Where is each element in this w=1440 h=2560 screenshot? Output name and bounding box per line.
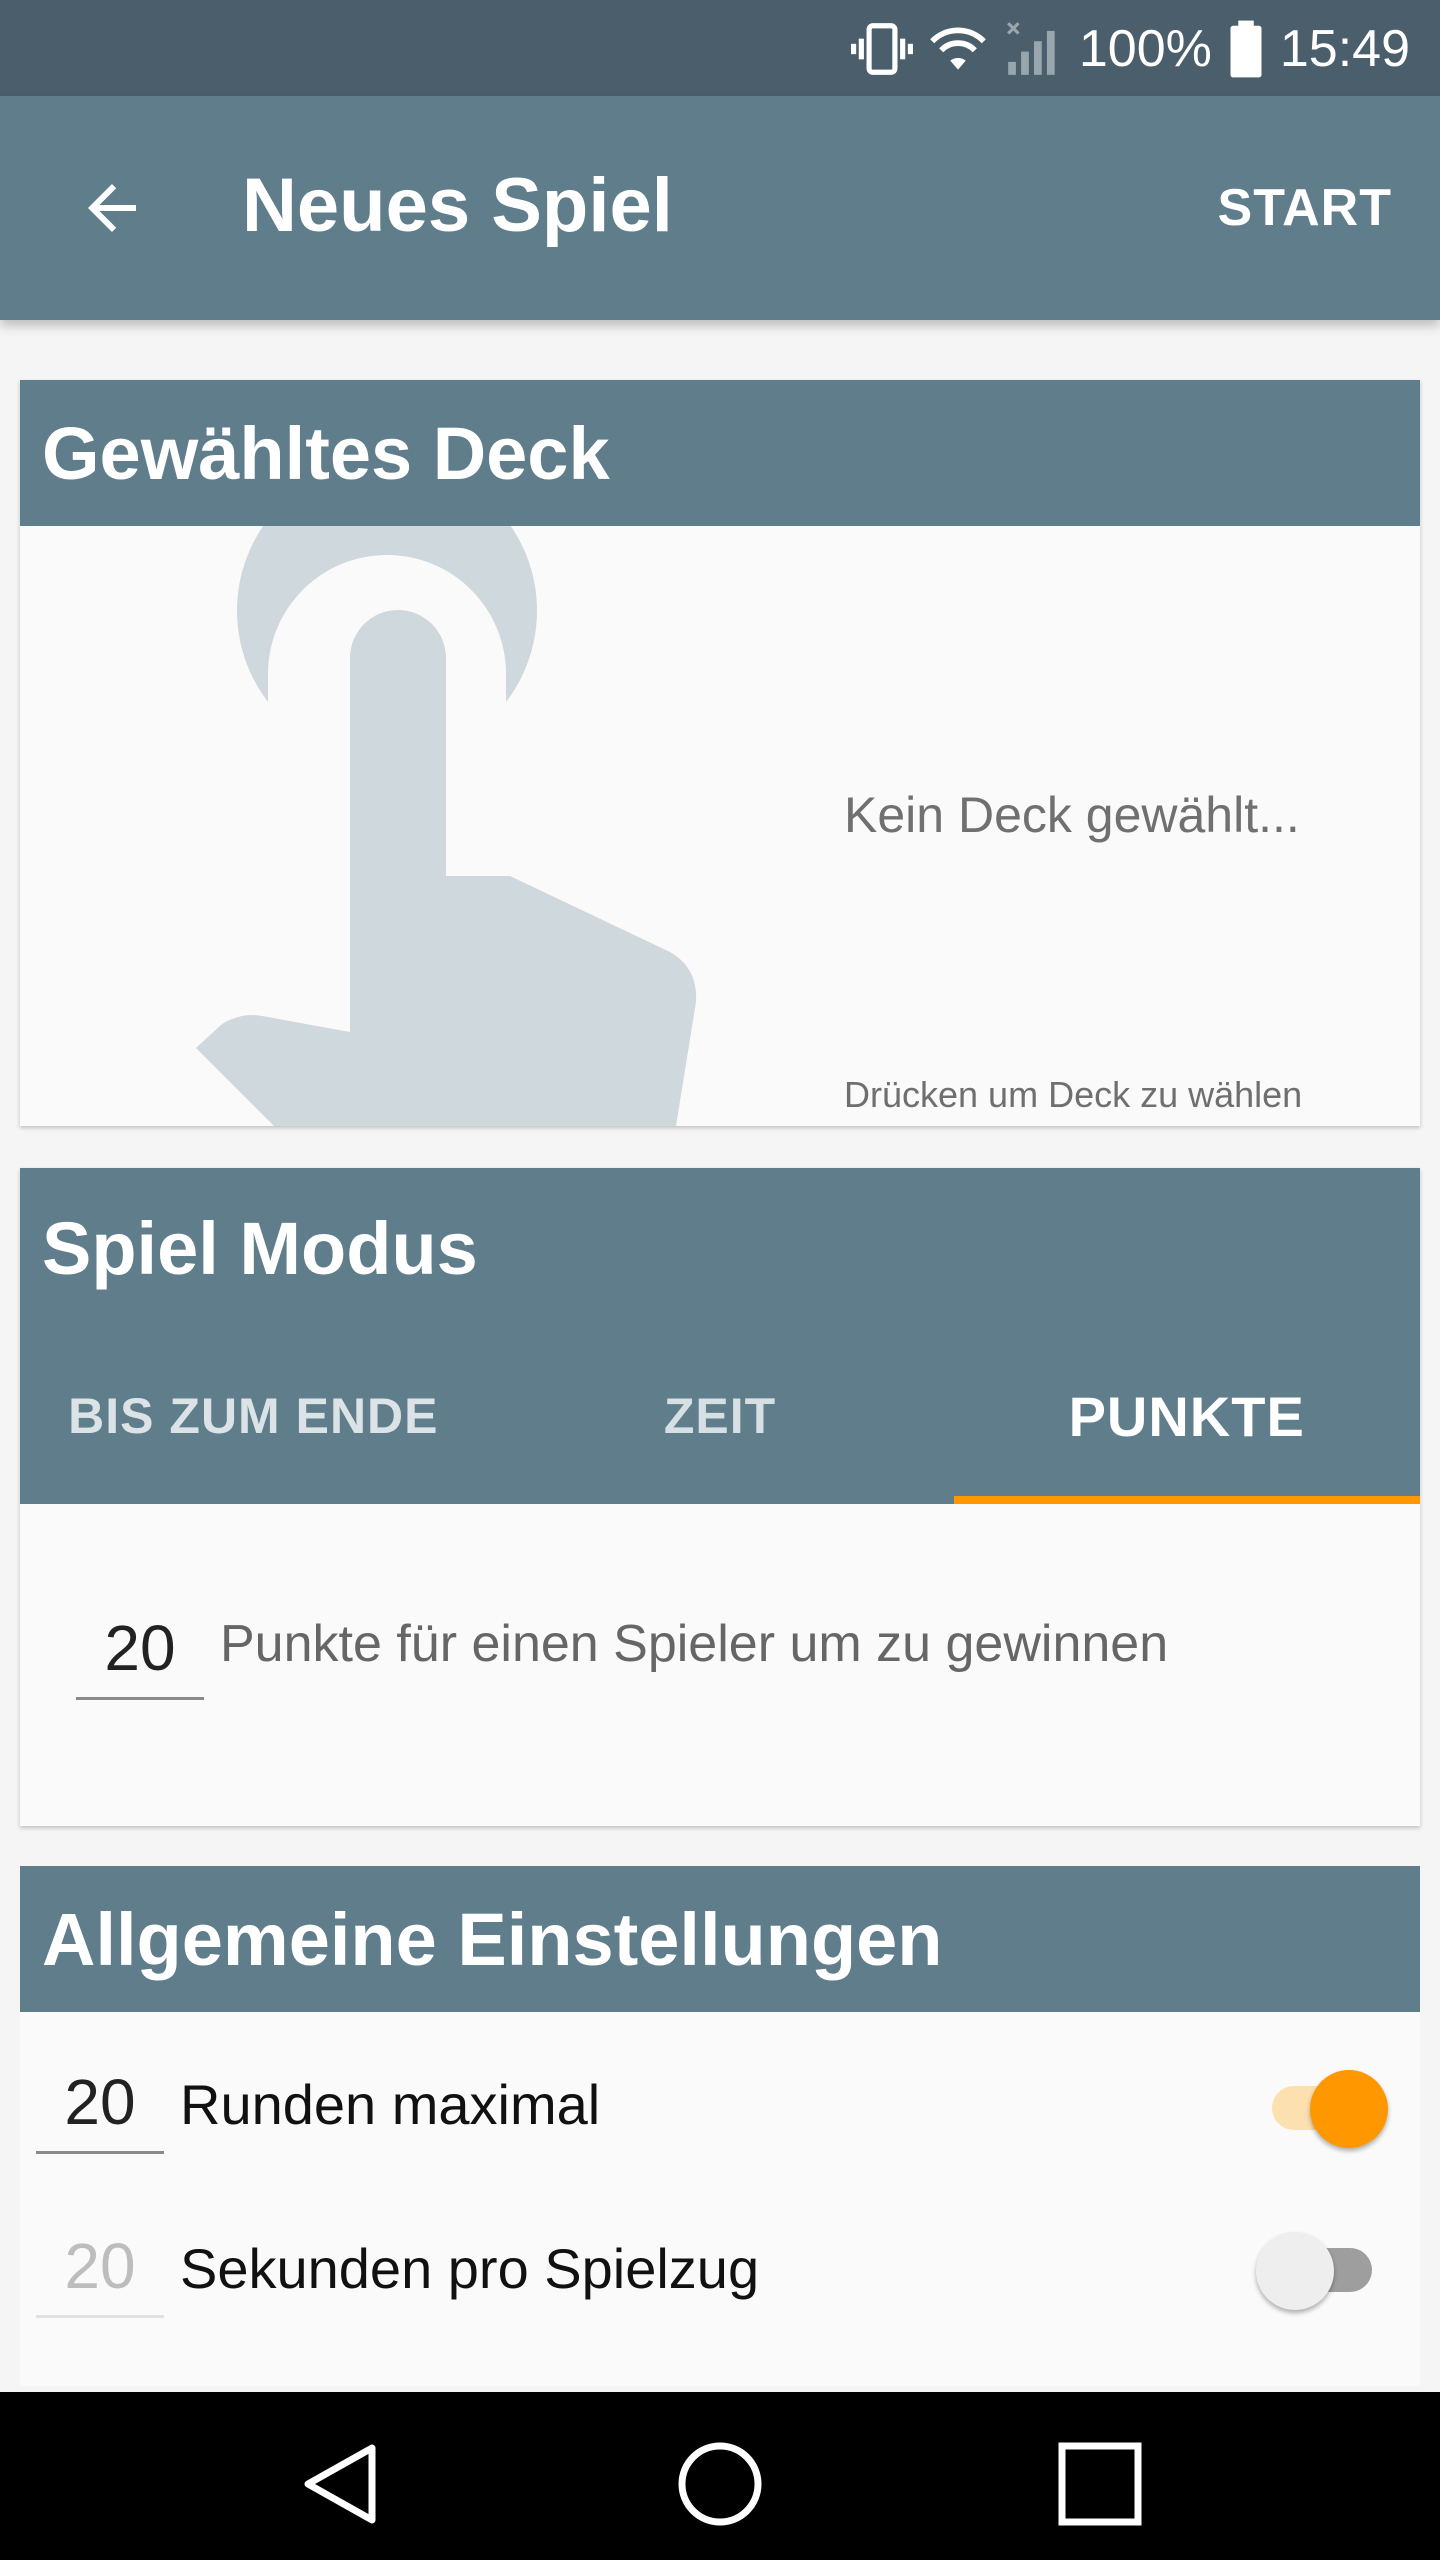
seconds-toggle[interactable] xyxy=(1256,2224,1390,2310)
vibrate-icon xyxy=(850,23,913,75)
seconds-label: Sekunden pro Spielzug xyxy=(180,2237,760,2300)
deck-hint: Drücken um Deck zu wählen xyxy=(844,1074,1303,1115)
tab-indicator xyxy=(954,1496,1420,1504)
deck-card[interactable]: Gewähltes Deck Kein Deck gewählt... Drüc… xyxy=(20,380,1420,1126)
toggle-thumb xyxy=(1310,2070,1388,2148)
status-bar: 100% 15:49 xyxy=(0,0,1440,96)
tab-punkte[interactable]: PUNKTE xyxy=(953,1328,1420,1504)
nav-home-icon[interactable] xyxy=(670,2434,770,2534)
points-setting: 20 Punkte für einen Spieler um zu gewinn… xyxy=(20,1504,1420,1826)
general-card-title: Allgemeine Einstellungen xyxy=(20,1866,1420,2012)
game-mode-card: Spiel Modus BIS ZUM ENDE ZEIT PUNKTE 20 … xyxy=(20,1168,1420,1826)
start-button[interactable]: START xyxy=(1218,178,1392,238)
toggle-thumb xyxy=(1256,2232,1334,2310)
battery-icon xyxy=(1230,20,1262,78)
setting-row-rounds: 20 Runden maximal xyxy=(20,2012,1420,2188)
rounds-input[interactable]: 20 xyxy=(36,2054,164,2154)
rounds-label: Runden maximal xyxy=(180,2073,601,2136)
tab-bis-zum-ende[interactable]: BIS ZUM ENDE xyxy=(20,1328,487,1504)
clock: 15:49 xyxy=(1279,20,1410,78)
deck-card-title: Gewähltes Deck xyxy=(20,380,1420,526)
mode-card-title: Spiel Modus xyxy=(20,1168,1420,1328)
signal-icon xyxy=(1006,22,1055,75)
seconds-input[interactable]: 20 xyxy=(36,2218,164,2318)
points-input[interactable]: 20 xyxy=(76,1600,204,1700)
nav-back-icon[interactable] xyxy=(290,2434,390,2534)
app-bar: Neues Spiel START xyxy=(0,96,1440,320)
navigation-bar xyxy=(0,2392,1440,2560)
rounds-toggle[interactable] xyxy=(1260,2062,1390,2148)
arrow-back-icon[interactable] xyxy=(76,172,148,244)
points-label: Punkte für einen Spieler um zu gewinnen xyxy=(220,1615,1169,1673)
general-settings-card: Allgemeine Einstellungen 20 Runden maxim… xyxy=(20,1866,1420,2386)
nav-recents-icon[interactable] xyxy=(1050,2434,1150,2534)
setting-row-seconds: 20 Sekunden pro Spielzug xyxy=(20,2188,1420,2364)
wifi-icon xyxy=(929,27,986,70)
page-title: Neues Spiel xyxy=(242,163,673,248)
deck-selector[interactable]: Kein Deck gewählt... Drücken um Deck zu … xyxy=(20,526,1420,1126)
mode-tabs: BIS ZUM ENDE ZEIT PUNKTE xyxy=(20,1328,1420,1504)
touch-hand-icon xyxy=(196,526,697,1126)
deck-empty-text: Kein Deck gewählt... xyxy=(844,787,1300,843)
tab-zeit[interactable]: ZEIT xyxy=(487,1328,954,1504)
battery-percent: 100% xyxy=(1078,20,1212,78)
